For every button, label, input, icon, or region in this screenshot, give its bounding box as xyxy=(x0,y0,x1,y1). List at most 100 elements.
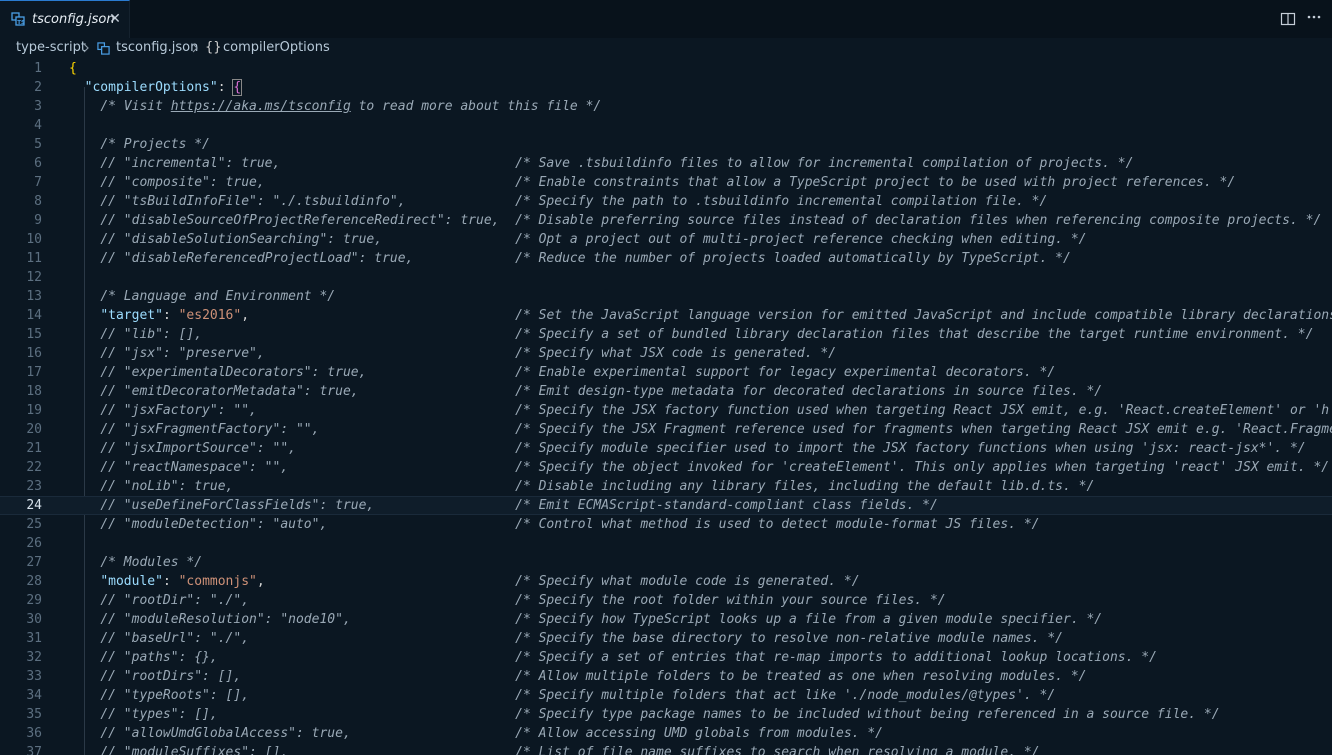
line-number: 25 xyxy=(26,517,42,532)
code-line[interactable]: 2 "compilerOptions": { xyxy=(0,78,1332,97)
code-token: // "types": [], /* Specify type package … xyxy=(100,707,1220,722)
code-token: to read more about this file */ xyxy=(350,99,602,114)
code-editor[interactable]: 1{2 "compilerOptions": {3 /* Visit https… xyxy=(0,59,1332,755)
code-token: // "experimentalDecorators": true, /* En… xyxy=(100,365,1056,380)
code-token: , xyxy=(241,308,516,323)
code-line[interactable]: 18 // "emitDecoratorMetadata": true, /* … xyxy=(0,382,1332,401)
code-line[interactable]: 19 // "jsxFactory": "", /* Specify the J… xyxy=(0,401,1332,420)
code-line[interactable]: 34 // "typeRoots": [], /* Specify multip… xyxy=(0,686,1332,705)
code-text: // "noLib": true, /* Disable including a… xyxy=(69,477,1094,496)
code-text: // "experimentalDecorators": true, /* En… xyxy=(69,363,1055,382)
code-line[interactable]: 10 // "disableSolutionSearching": true, … xyxy=(0,230,1332,249)
line-number: 15 xyxy=(26,327,42,342)
code-line[interactable]: 9 // "disableSourceOfProjectReferenceRed… xyxy=(0,211,1332,230)
line-number: 26 xyxy=(26,536,42,551)
code-text: // "reactNamespace": "", /* Specify the … xyxy=(69,458,1329,477)
code-line[interactable]: 11 // "disableReferencedProjectLoad": tr… xyxy=(0,249,1332,268)
code-line[interactable]: 32 // "paths": {}, /* Specify a set of e… xyxy=(0,648,1332,667)
breadcrumb-folder[interactable]: type-script xyxy=(16,40,86,55)
code-line[interactable]: 20 // "jsxFragmentFactory": "", /* Speci… xyxy=(0,420,1332,439)
code-token: /* Set the JavaScript language version f… xyxy=(515,308,1332,323)
more-actions-icon[interactable] xyxy=(1306,9,1322,25)
code-line[interactable]: 12 xyxy=(0,268,1332,287)
line-number: 20 xyxy=(26,422,42,437)
code-line[interactable]: 31 // "baseUrl": "./", /* Specify the ba… xyxy=(0,629,1332,648)
tab-tsconfig[interactable]: TS tsconfig.json ✕ xyxy=(0,0,130,38)
code-line[interactable]: 28 "module": "commonjs", /* Specify what… xyxy=(0,572,1332,591)
code-line[interactable]: 35 // "types": [], /* Specify type packa… xyxy=(0,705,1332,724)
code-line[interactable]: 27 /* Modules */ xyxy=(0,553,1332,572)
code-line[interactable]: 1{ xyxy=(0,59,1332,78)
code-token: // "rootDir": "./", /* Specify the root … xyxy=(100,593,946,608)
code-token: , xyxy=(256,574,516,589)
svg-text:TS: TS xyxy=(17,20,25,26)
code-token: // "incremental": true, /* Save .tsbuild… xyxy=(100,156,1134,171)
line-number: 17 xyxy=(26,365,42,380)
code-line[interactable]: 30 // "moduleResolution": "node10", /* S… xyxy=(0,610,1332,629)
code-text: // "disableSolutionSearching": true, /* … xyxy=(69,230,1086,249)
code-text: /* Projects */ xyxy=(69,135,210,154)
line-number: 16 xyxy=(26,346,42,361)
code-token: // "tsBuildInfoFile": "./.tsbuildinfo", … xyxy=(100,194,1048,209)
code-text: // "jsx": "preserve", /* Specify what JS… xyxy=(69,344,836,363)
code-text: // "incremental": true, /* Save .tsbuild… xyxy=(69,154,1133,173)
code-line[interactable]: 25 // "moduleDetection": "auto", /* Cont… xyxy=(0,515,1332,534)
code-line[interactable]: 14 "target": "es2016", /* Set the JavaSc… xyxy=(0,306,1332,325)
line-number: 4 xyxy=(34,118,42,133)
breadcrumb-symbol[interactable]: compilerOptions xyxy=(223,40,330,55)
line-number: 28 xyxy=(26,574,42,589)
code-line[interactable]: 15 // "lib": [], /* Specify a set of bun… xyxy=(0,325,1332,344)
line-number: 14 xyxy=(26,308,42,323)
code-text: // "useDefineForClassFields": true, /* E… xyxy=(69,497,938,514)
breadcrumb-file[interactable]: tsconfig.json xyxy=(116,40,198,55)
code-text: // "typeRoots": [], /* Specify multiple … xyxy=(69,686,1055,705)
code-line[interactable]: 6 // "incremental": true, /* Save .tsbui… xyxy=(0,154,1332,173)
line-number: 9 xyxy=(34,213,42,228)
line-number: 22 xyxy=(26,460,42,475)
code-line[interactable]: 24 // "useDefineForClassFields": true, /… xyxy=(0,496,1332,515)
code-line[interactable]: 21 // "jsxImportSource": "", /* Specify … xyxy=(0,439,1332,458)
code-line[interactable]: 4 xyxy=(0,116,1332,135)
code-token: // "jsx": "preserve", /* Specify what JS… xyxy=(100,346,837,361)
code-line[interactable]: 26 xyxy=(0,534,1332,553)
code-token: { xyxy=(232,79,243,96)
line-number: 6 xyxy=(34,156,42,171)
code-line[interactable]: 7 // "composite": true, /* Enable constr… xyxy=(0,173,1332,192)
code-text: // "types": [], /* Specify type package … xyxy=(69,705,1220,724)
code-line[interactable]: 36 // "allowUmdGlobalAccess": true, /* A… xyxy=(0,724,1332,743)
code-text: { xyxy=(69,59,77,78)
code-text: // "lib": [], /* Specify a set of bundle… xyxy=(69,325,1313,344)
code-line[interactable]: 5 /* Projects */ xyxy=(0,135,1332,154)
code-token: // "useDefineForClassFields": true, /* E… xyxy=(100,498,938,513)
split-editor-icon[interactable] xyxy=(1280,11,1296,27)
code-line[interactable]: 33 // "rootDirs": [], /* Allow multiple … xyxy=(0,667,1332,686)
code-line[interactable]: 17 // "experimentalDecorators": true, /*… xyxy=(0,363,1332,382)
code-token: // "noLib": true, /* Disable including a… xyxy=(100,479,1095,494)
code-text: // "jsxFragmentFactory": "", /* Specify … xyxy=(69,420,1332,439)
code-token: { xyxy=(69,61,77,76)
code-text: "target": "es2016", /* Set the JavaScrip… xyxy=(69,306,1332,325)
code-line[interactable]: 13 /* Language and Environment */ xyxy=(0,287,1332,306)
code-line[interactable]: 8 // "tsBuildInfoFile": "./.tsbuildinfo"… xyxy=(0,192,1332,211)
code-line[interactable]: 16 // "jsx": "preserve", /* Specify what… xyxy=(0,344,1332,363)
code-line[interactable]: 23 // "noLib": true, /* Disable includin… xyxy=(0,477,1332,496)
code-line[interactable]: 22 // "reactNamespace": "", /* Specify t… xyxy=(0,458,1332,477)
code-token: // "typeRoots": [], /* Specify multiple … xyxy=(100,688,1056,703)
code-token: /* Visit xyxy=(100,99,171,114)
line-number: 5 xyxy=(34,137,42,152)
code-text: // "disableReferencedProjectLoad": true,… xyxy=(69,249,1071,268)
code-line[interactable]: 37 // "moduleSuffixes": [], /* List of f… xyxy=(0,743,1332,755)
code-line[interactable]: 29 // "rootDir": "./", /* Specify the ro… xyxy=(0,591,1332,610)
code-line[interactable]: 3 /* Visit https://aka.ms/tsconfig to re… xyxy=(0,97,1332,116)
tsconfig-file-icon xyxy=(97,42,110,55)
close-icon[interactable]: ✕ xyxy=(107,11,123,27)
code-text: // "disableSourceOfProjectReferenceRedir… xyxy=(69,211,1321,230)
